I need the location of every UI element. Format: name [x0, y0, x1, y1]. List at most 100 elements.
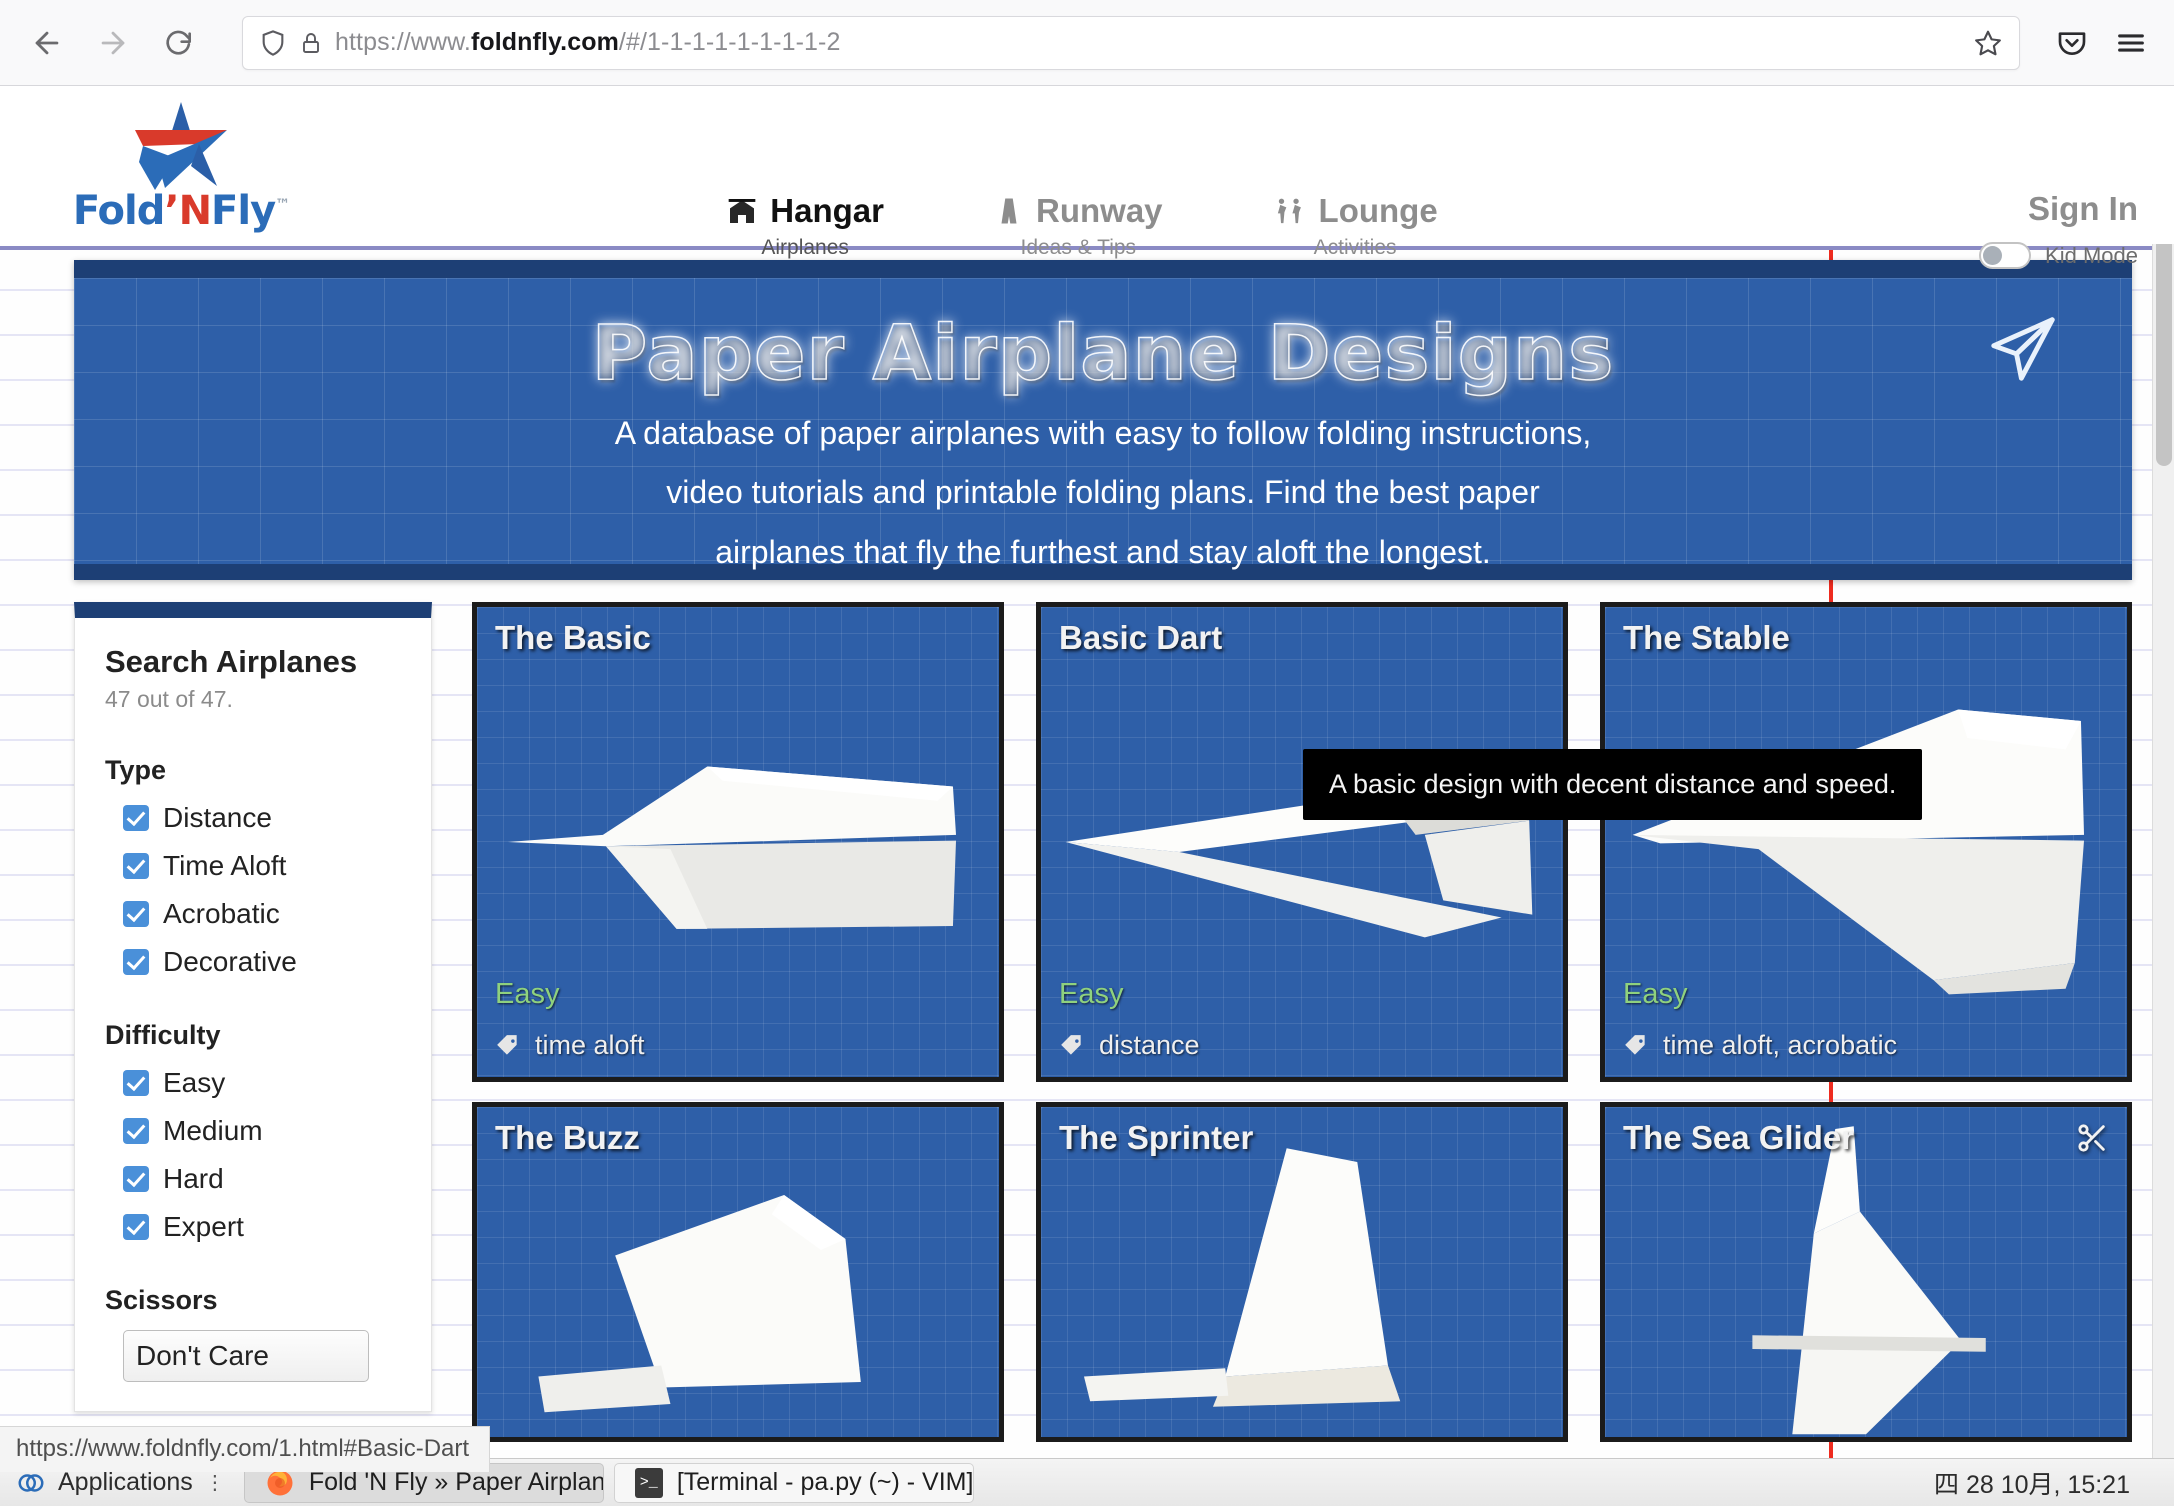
- kid-mode-row: Kid Mode: [1838, 242, 2138, 269]
- nav-label-hangar: Hangar: [770, 192, 884, 229]
- taskbar-window-terminal[interactable]: >_ [Terminal - pa.py (~) - VIM]: [613, 1462, 974, 1503]
- filter-easy[interactable]: Easy: [105, 1067, 401, 1099]
- forward-arrow-icon[interactable]: [84, 14, 142, 72]
- nav-item-hangar[interactable]: Hangar Airplanes: [726, 192, 884, 260]
- filter-medium[interactable]: Medium: [105, 1115, 401, 1147]
- back-arrow-icon[interactable]: [18, 14, 76, 72]
- card-title: The Stable: [1623, 619, 1790, 656]
- padlock-icon: [299, 30, 323, 56]
- checkbox-medium[interactable]: [123, 1118, 149, 1144]
- reload-icon[interactable]: [150, 14, 208, 72]
- label-acrobatic: Acrobatic: [163, 898, 280, 929]
- label-hard: Hard: [163, 1163, 224, 1194]
- nav-sub-lounge: Activities: [1313, 236, 1397, 259]
- taskbar-window-label: [Terminal - pa.py (~) - VIM]: [676, 1468, 974, 1496]
- main-navigation: Hangar Airplanes Runway Ideas & Tips Lou…: [326, 86, 1838, 260]
- terminal-icon: >_: [634, 1467, 663, 1498]
- runway-icon: [994, 195, 1024, 227]
- nav-label-lounge: Lounge: [1318, 192, 1438, 229]
- hangar-icon: [726, 195, 758, 227]
- address-bar[interactable]: https://www.foldnfly.com/#/1-1-1-1-1-1-1…: [242, 15, 2020, 70]
- applications-icon: [18, 1473, 44, 1492]
- sidebar-title: Search Airplanes: [105, 644, 358, 679]
- label-decorative: Decorative: [163, 946, 297, 977]
- filter-group-scissors-label: Scissors: [105, 1285, 218, 1315]
- label-easy: Easy: [163, 1067, 226, 1098]
- airplane-card[interactable]: The Sea Glider: [1600, 1102, 2132, 1442]
- nav-sub-hangar: Airplanes: [761, 236, 849, 259]
- nav-item-runway[interactable]: Runway Ideas & Tips: [994, 192, 1163, 260]
- tag-icon: [495, 1033, 521, 1059]
- card-difficulty: Easy: [1059, 978, 1124, 1010]
- taskbar-grip-icon: ⋮: [204, 1472, 226, 1494]
- filter-distance[interactable]: Distance: [105, 802, 401, 834]
- card-difficulty: Easy: [1623, 978, 1688, 1010]
- airplane-card[interactable]: The Basic Easy time aloft: [472, 602, 1004, 1082]
- scissors-icon: [2075, 1121, 2109, 1160]
- label-time-aloft: Time Aloft: [163, 850, 287, 881]
- label-distance: Distance: [163, 802, 272, 833]
- browser-nav-buttons: [0, 14, 208, 72]
- pocket-icon[interactable]: [2056, 27, 2088, 59]
- scissors-select[interactable]: Don't Care: [123, 1330, 369, 1382]
- nav-label-runway: Runway: [1036, 192, 1163, 229]
- kid-mode-toggle[interactable]: [1979, 242, 2032, 269]
- hero-line-1: A database of paper airplanes with easy …: [614, 415, 1592, 451]
- paper-plane-icon: [1980, 310, 2066, 393]
- header-right: Sign In Kid Mode: [1838, 86, 2138, 269]
- label-expert: Expert: [163, 1211, 244, 1242]
- browser-toolbar: https://www.foldnfly.com/#/1-1-1-1-1-1-1…: [0, 0, 2174, 86]
- checkbox-time-aloft[interactable]: [123, 853, 149, 879]
- shield-icon: [259, 29, 287, 57]
- airplane-card[interactable]: The Buzz: [472, 1102, 1004, 1442]
- hamburger-menu-icon[interactable]: [2114, 26, 2148, 60]
- firefox-icon: [267, 1470, 293, 1495]
- checkbox-acrobatic[interactable]: [123, 901, 149, 927]
- filter-group-type-label: Type: [105, 755, 167, 785]
- card-title: The Basic: [495, 619, 651, 656]
- sign-in-button[interactable]: Sign In: [1838, 190, 2138, 228]
- checkbox-distance[interactable]: [123, 805, 149, 831]
- card-difficulty: Easy: [495, 978, 560, 1010]
- page-scrollbar[interactable]: [2152, 86, 2174, 1472]
- taskbar-window-label: Fold 'N Fly » Paper Airplane···: [308, 1468, 603, 1496]
- logo-wordmark: Fold’NFly™: [72, 188, 290, 234]
- checkbox-expert[interactable]: [123, 1214, 149, 1240]
- applications-label: Applications: [58, 1468, 193, 1496]
- page-title: Paper Airplane Designs: [591, 307, 1615, 398]
- taskbar-clock: 四 28 10月, 15:21: [1934, 1470, 2130, 1499]
- checkbox-easy[interactable]: [123, 1070, 149, 1096]
- filter-hard[interactable]: Hard: [105, 1163, 401, 1195]
- airplane-card[interactable]: The Sprinter: [1036, 1102, 1568, 1442]
- card-tags: distance: [1059, 1030, 1200, 1061]
- status-link-preview: https://www.foldnfly.com/1.html#Basic-Da…: [0, 1426, 491, 1472]
- card-tags: time aloft: [495, 1030, 645, 1061]
- airplane-card[interactable]: Basic Dart Easy distance: [1036, 602, 1568, 1082]
- filter-decorative[interactable]: Decorative: [105, 946, 401, 978]
- result-count: 47 out of 47.: [105, 686, 233, 712]
- card-tags-text: distance: [1099, 1030, 1200, 1060]
- tag-icon: [1623, 1033, 1649, 1059]
- airplane-card[interactable]: The Stable Easy time aloft, acrobatic: [1600, 602, 2132, 1082]
- card-tags-text: time aloft, acrobatic: [1663, 1030, 1898, 1060]
- web-page: Fold’NFly™ Hangar Airplanes Runway Ideas…: [0, 86, 2174, 1472]
- card-title: The Sea Glider: [1623, 1119, 1855, 1156]
- checkbox-decorative[interactable]: [123, 949, 149, 975]
- star-icon[interactable]: [1959, 28, 2003, 58]
- filter-expert[interactable]: Expert: [105, 1211, 401, 1243]
- foldnfly-star-icon: [135, 102, 227, 190]
- nav-item-lounge[interactable]: Lounge Activities: [1273, 192, 1438, 260]
- lounge-icon: [1273, 195, 1307, 227]
- card-tooltip: A basic design with decent distance and …: [1303, 749, 1923, 820]
- filter-group-difficulty-label: Difficulty: [105, 1020, 221, 1050]
- kid-mode-label: Kid Mode: [2045, 242, 2138, 268]
- filter-time-aloft[interactable]: Time Aloft: [105, 850, 401, 882]
- content-area: Search Airplanes 47 out of 47. Type Dist…: [74, 602, 2132, 1442]
- applications-menu[interactable]: Applications ⋮: [16, 1468, 226, 1498]
- checkbox-hard[interactable]: [123, 1166, 149, 1192]
- card-tags-text: time aloft: [535, 1030, 645, 1060]
- card-tags: time aloft, acrobatic: [1623, 1030, 1897, 1061]
- card-title: The Buzz: [495, 1119, 640, 1156]
- filter-acrobatic[interactable]: Acrobatic: [105, 898, 401, 930]
- site-logo[interactable]: Fold’NFly™: [36, 86, 326, 234]
